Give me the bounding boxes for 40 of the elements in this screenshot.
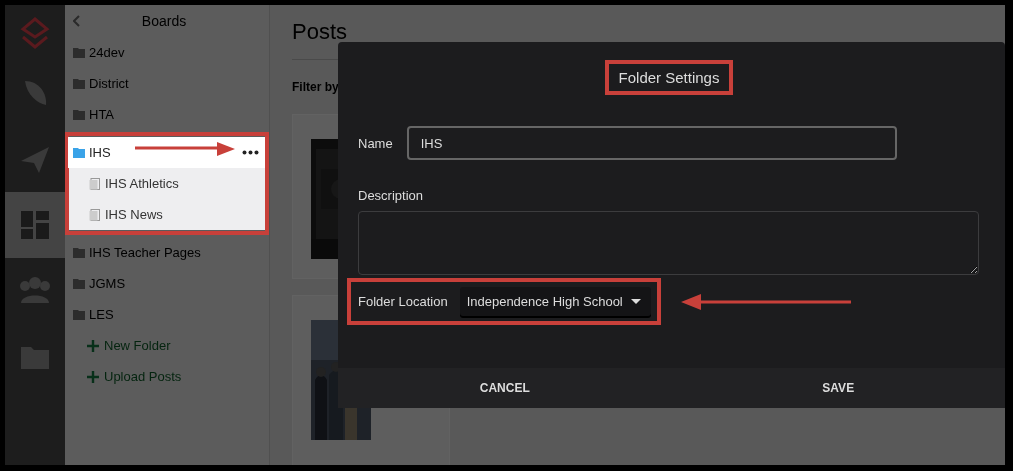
- add-action-link[interactable]: Upload Posts: [65, 361, 269, 392]
- folder-icon: [73, 247, 85, 258]
- folder-item[interactable]: IHS: [68, 137, 265, 168]
- folder-item[interactable]: District: [65, 68, 269, 99]
- name-field[interactable]: IHS: [406, 126, 897, 160]
- location-dropdown[interactable]: Independence High School: [459, 287, 651, 316]
- subfolder-item[interactable]: IHS News: [68, 199, 265, 230]
- nav-item[interactable]: [5, 192, 65, 258]
- folder-item[interactable]: LES: [65, 299, 269, 330]
- logo-icon: [19, 16, 51, 49]
- folder-icon: [73, 78, 85, 89]
- field-label: Name: [358, 135, 393, 151]
- add-action-link[interactable]: New Folder: [65, 330, 269, 361]
- filter-label: Filter by: [292, 80, 340, 94]
- description-field[interactable]: [358, 211, 979, 275]
- folder-icon: [73, 309, 85, 320]
- dashboard-icon: [19, 209, 51, 241]
- folder-item[interactable]: HTA: [65, 99, 269, 130]
- folder-icon: [73, 47, 85, 58]
- folder-icon: [73, 147, 85, 158]
- more-icon: [242, 150, 259, 155]
- folder-item[interactable]: IHS Teacher Pages: [65, 237, 269, 268]
- document-icon: [89, 177, 100, 190]
- document-icon: [89, 208, 100, 221]
- folder-icon: [73, 278, 85, 289]
- folder-item[interactable]: 24dev: [65, 37, 269, 68]
- sidebar-title: Boards: [140, 13, 188, 29]
- folder-item[interactable]: JGMS: [65, 268, 269, 299]
- caret-icon: [630, 299, 641, 304]
- plus-icon: [87, 370, 99, 383]
- folder-icon: [73, 109, 85, 120]
- dialog-button[interactable]: CANCEL: [338, 368, 672, 408]
- back-chevron-icon: [73, 15, 81, 27]
- field-label: Folder Location: [358, 294, 448, 309]
- subfolder-item[interactable]: IHS Athletics: [68, 168, 265, 199]
- dialog-button[interactable]: SAVE: [671, 368, 1005, 408]
- dialog-title: Folder Settings: [604, 60, 734, 95]
- page-title: Posts: [292, 19, 349, 45]
- plus-icon: [87, 339, 99, 352]
- field-label: Description: [358, 188, 425, 203]
